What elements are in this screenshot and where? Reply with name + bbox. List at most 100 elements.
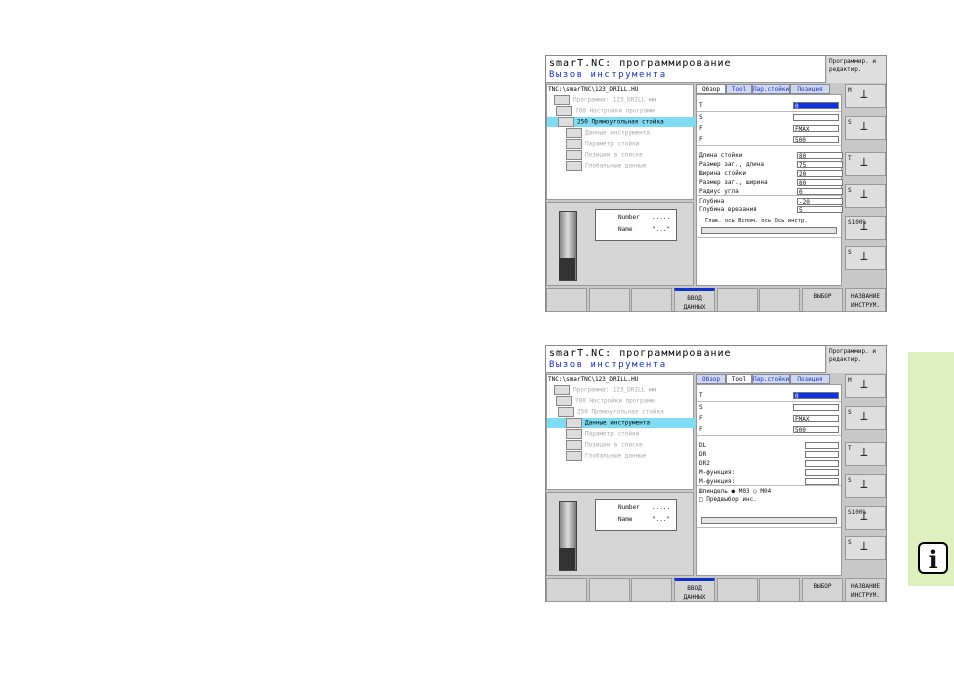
softkey[interactable]: НАЗВАНИЕ ИНСТРУМ. — [845, 578, 886, 602]
side-key-label: T — [848, 445, 852, 452]
side-key[interactable]: T ⊥ — [845, 152, 886, 176]
softkey[interactable]: ВЫБОР — [802, 578, 843, 602]
side-key[interactable]: S ⊥ — [845, 406, 886, 430]
tool-preview: Number ..... Name "..." — [546, 492, 694, 576]
tab[interactable]: Позиция — [790, 84, 830, 94]
tree-item[interactable]: Позиции в списке — [547, 440, 709, 450]
softkey[interactable] — [717, 288, 758, 312]
tree-item-label: 700 Настройки программ — [575, 397, 655, 405]
tree-item[interactable]: Программа: 123_DRILL мм — [547, 385, 697, 395]
field-input[interactable]: 75 — [797, 161, 843, 169]
softkey[interactable] — [589, 288, 630, 312]
field-input[interactable]: 0 — [793, 392, 839, 400]
field-input[interactable] — [805, 451, 839, 458]
field-input[interactable]: FMAX — [793, 415, 839, 423]
field-input[interactable]: 80 — [797, 179, 843, 187]
spindle-icon: ⊥ — [860, 445, 868, 460]
tree-item[interactable]: Параметр стойки — [547, 429, 709, 439]
side-key[interactable]: S ⊥ — [845, 246, 886, 270]
tree-node-icon — [558, 117, 574, 127]
field-input[interactable]: 0 — [797, 188, 843, 196]
tree-item[interactable]: 700 Настройки программ — [547, 106, 699, 116]
side-key[interactable]: M ⊥ — [845, 84, 886, 108]
cnc-screen: smarT.NC: программирование Вызов инструм… — [545, 55, 887, 312]
field-input[interactable]: 80 — [797, 152, 843, 160]
tab[interactable]: Tool — [726, 374, 752, 384]
field-label: Размер заг., ширина — [699, 179, 768, 186]
tree-item[interactable]: Данные инструмента — [547, 128, 709, 138]
side-key[interactable]: S ⊥ — [845, 184, 886, 208]
side-key[interactable]: M ⊥ — [845, 374, 886, 398]
tab[interactable]: Обзор — [696, 84, 726, 94]
field-input[interactable]: 0 — [793, 102, 839, 110]
softkey[interactable] — [631, 288, 672, 312]
tab[interactable]: Пар.стойки — [752, 84, 790, 94]
field-label: DR — [699, 451, 707, 458]
header: smarT.NC: программирование Вызов инструм… — [546, 346, 826, 373]
name-label: Name — [618, 226, 633, 233]
side-key[interactable]: S ⊥ — [845, 116, 886, 140]
tree-item[interactable]: Параметр стойки — [547, 139, 709, 149]
softkey[interactable]: ВВОД ДАННЫХ — [674, 578, 715, 602]
tree-item-label: Данные инструмента — [585, 129, 651, 137]
field-input[interactable]: 20 — [797, 170, 843, 178]
side-key-label: S — [848, 477, 852, 484]
field-input[interactable] — [805, 460, 839, 467]
field-input[interactable]: FMAX — [793, 125, 839, 133]
tab[interactable]: Tool — [726, 84, 752, 94]
app-title: smarT.NC: программирование — [549, 58, 732, 69]
field-input[interactable]: -20 — [797, 198, 843, 206]
field-input[interactable] — [805, 469, 839, 476]
softkey[interactable]: ВЫБОР — [802, 288, 843, 312]
side-key[interactable]: S ⊥ — [845, 474, 886, 498]
tab[interactable]: Обзор — [696, 374, 726, 384]
divider — [697, 237, 841, 238]
softkey[interactable] — [589, 578, 630, 602]
side-key-label: M — [848, 377, 852, 384]
softkey[interactable] — [759, 288, 800, 312]
tree-item-label: Данные инструмента — [585, 419, 651, 427]
number-label: Number — [618, 504, 640, 511]
softkey[interactable]: НАЗВАНИЕ ИНСТРУМ. — [845, 288, 886, 312]
axis-inputs[interactable] — [701, 517, 837, 524]
softkey[interactable] — [546, 578, 587, 602]
softkey[interactable]: ВВОД ДАННЫХ — [674, 288, 715, 312]
field-input[interactable]: 500 — [793, 426, 839, 434]
tool-info-box: Number ..... Name "..." — [595, 209, 677, 241]
softkey[interactable] — [717, 578, 758, 602]
file-path: TNC:\smarTNC\123_DRILL.HU — [548, 376, 639, 383]
softkey[interactable] — [546, 288, 587, 312]
spindle-icon: ⊥ — [860, 87, 868, 102]
softkey[interactable] — [631, 578, 672, 602]
field-input[interactable] — [793, 404, 839, 411]
field-label: DR2 — [699, 460, 710, 467]
field-label: Размер заг., длина — [699, 161, 765, 168]
tree-item[interactable]: 700 Настройки программ — [547, 396, 699, 406]
field-label: T — [699, 392, 703, 399]
field-input[interactable]: 500 — [793, 136, 839, 144]
tab[interactable]: Позиция — [790, 374, 830, 384]
tree-item[interactable]: Глобальные данные — [547, 161, 709, 171]
side-key[interactable]: S100% ⊥ — [845, 216, 886, 240]
side-key-label: S — [848, 409, 852, 416]
side-key[interactable]: S ⊥ — [845, 536, 886, 560]
axis-inputs[interactable] — [701, 227, 837, 234]
tree-item[interactable]: Глобальные данные — [547, 451, 709, 461]
info-icon: i — [918, 542, 948, 574]
axis-header: Глав. ось Вспом. ось Ось инстр. — [705, 218, 808, 224]
tree-item[interactable]: Данные инструмента — [547, 418, 709, 428]
divider — [697, 435, 841, 436]
field-input[interactable]: 5 — [797, 206, 843, 214]
tree-item-label: Глобальные данные — [585, 162, 647, 170]
tree-item[interactable]: 250 Прямоугольная стойка — [547, 117, 701, 127]
side-key[interactable]: S100% ⊥ — [845, 506, 886, 530]
tree-item[interactable]: 250 Прямоугольная стойка — [547, 407, 701, 417]
field-input[interactable] — [805, 478, 839, 485]
side-key[interactable]: T ⊥ — [845, 442, 886, 466]
softkey[interactable] — [759, 578, 800, 602]
tree-item[interactable]: Позиции в списке — [547, 150, 709, 160]
field-input[interactable] — [805, 442, 839, 449]
tree-item[interactable]: Программа: 123_DRILL мм — [547, 95, 697, 105]
field-input[interactable] — [793, 114, 839, 121]
tab[interactable]: Пар.стойки — [752, 374, 790, 384]
